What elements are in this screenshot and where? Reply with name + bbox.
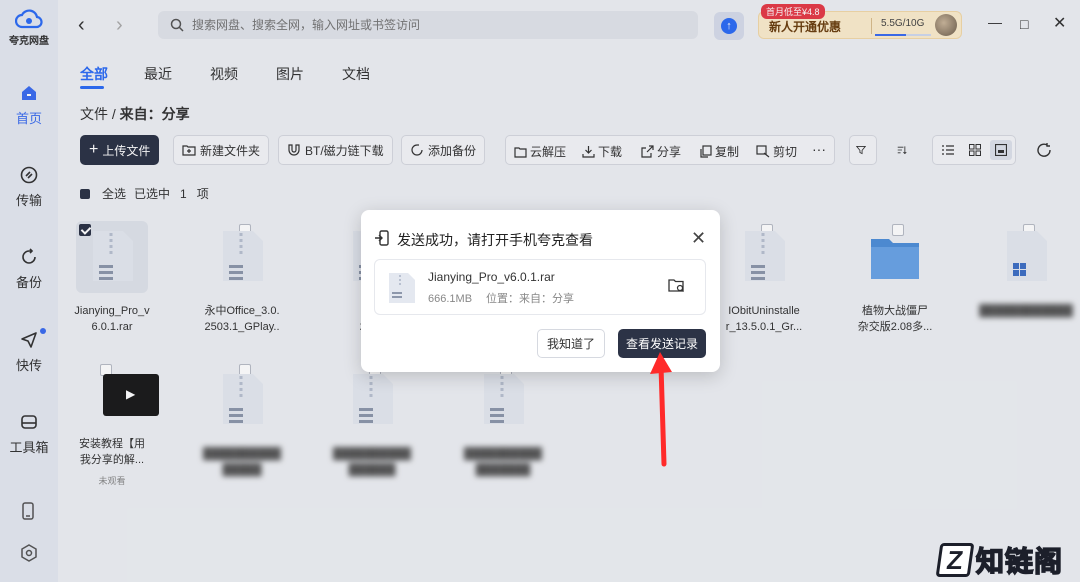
sent-file-size: 666.1MB (428, 293, 473, 305)
sent-file-card: Jianying_Pro_v6.0.1.rar 666.1MB 位置：来自：分享 (374, 259, 706, 315)
sent-file-meta: 666.1MB 位置：来自：分享 (428, 290, 588, 306)
sent-file-name: Jianying_Pro_v6.0.1.rar (428, 270, 555, 284)
send-success-dialog: 发送成功，请打开手机夸克查看 ✕ Jianying_Pro_v6.0.1.rar… (361, 210, 720, 372)
dismiss-button[interactable]: 我知道了 (537, 329, 605, 358)
send-to-phone-icon (375, 230, 389, 246)
watermark-logo: Z 知链阁 (935, 540, 1064, 580)
close-icon[interactable]: ✕ (691, 228, 706, 249)
zip-archive-icon (389, 273, 415, 303)
open-folder-location-icon[interactable] (668, 278, 686, 294)
watermark-z-icon: Z (935, 543, 975, 577)
annotation-arrow (650, 352, 672, 467)
location-value: 来自：分享 (519, 293, 575, 305)
watermark-text: 知链阁 (975, 545, 1064, 578)
dialog-title: 发送成功，请打开手机夸克查看 (397, 232, 593, 248)
location-label: 位置： (486, 293, 520, 305)
